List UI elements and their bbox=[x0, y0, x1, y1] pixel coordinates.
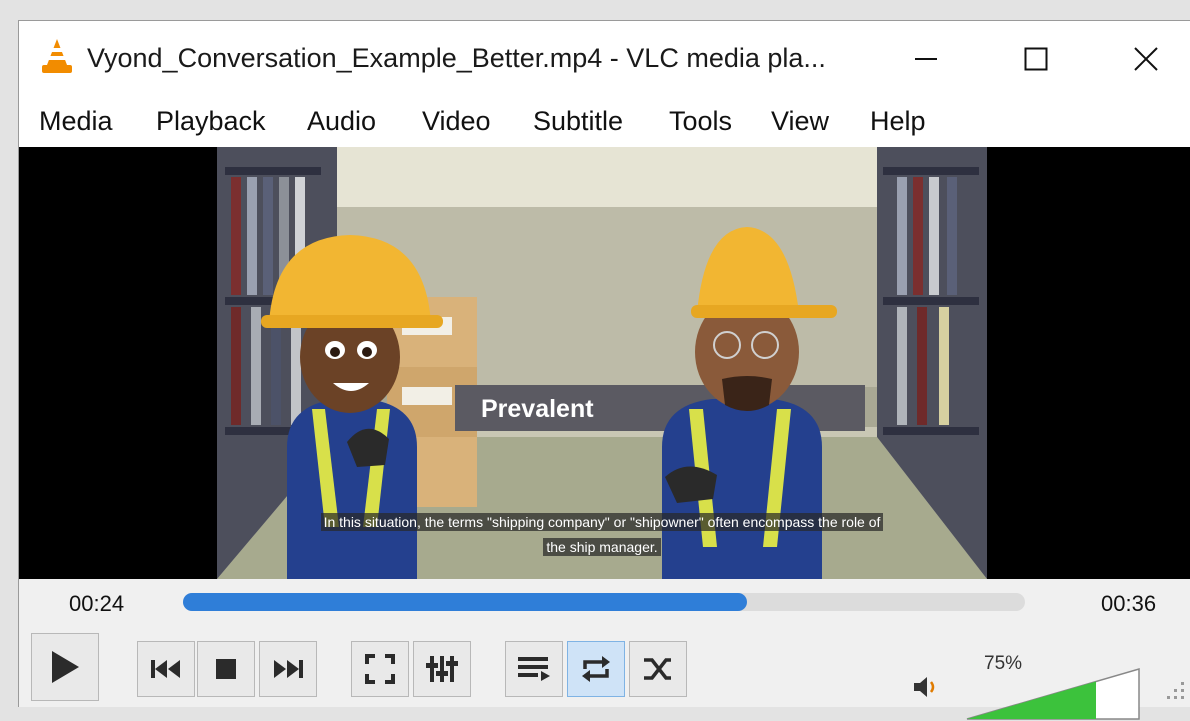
menu-playback[interactable]: Playback bbox=[156, 106, 266, 137]
window-title: Vyond_Conversation_Example_Better.mp4 - … bbox=[87, 43, 826, 73]
menu-subtitle[interactable]: Subtitle bbox=[533, 106, 623, 137]
vlc-window: Vyond_Conversation_Example_Better.mp4 - … bbox=[18, 20, 1190, 720]
menu-tools[interactable]: Tools bbox=[669, 106, 732, 137]
title-bar[interactable]: Vyond_Conversation_Example_Better.mp4 - … bbox=[19, 21, 1190, 97]
menu-view[interactable]: View bbox=[771, 106, 829, 137]
speaker-icon[interactable] bbox=[912, 674, 940, 700]
loop-button[interactable] bbox=[567, 641, 625, 697]
extended-settings-icon bbox=[426, 656, 458, 682]
previous-button[interactable] bbox=[137, 641, 195, 697]
menu-bar: Media Playback Audio Video Subtitle Tool… bbox=[19, 97, 1190, 147]
previous-icon bbox=[151, 660, 180, 678]
video-area[interactable]: Prevalent In this situation, the terms "… bbox=[19, 147, 1190, 579]
vlc-cone-icon bbox=[42, 39, 72, 73]
playlist-icon bbox=[518, 657, 550, 681]
loop-icon bbox=[582, 656, 610, 682]
subtitle-text-1: In this situation, the terms "shipping c… bbox=[320, 513, 884, 531]
shuffle-button[interactable] bbox=[629, 641, 687, 697]
menu-help[interactable]: Help bbox=[870, 106, 926, 137]
subtitle-line-2: the ship manager. bbox=[217, 538, 987, 556]
subtitle-line-1: In this situation, the terms "shipping c… bbox=[217, 513, 987, 531]
maximize-button[interactable] bbox=[981, 21, 1091, 97]
controls-panel: 00:24 00:36 75% bbox=[19, 579, 1190, 720]
extended-settings-button[interactable] bbox=[413, 641, 471, 697]
total-time: 00:36 bbox=[1101, 591, 1157, 616]
stop-button[interactable] bbox=[197, 641, 255, 697]
menu-media[interactable]: Media bbox=[39, 106, 113, 137]
minimize-icon bbox=[915, 58, 937, 60]
resize-grip-icon[interactable] bbox=[1157, 679, 1187, 705]
stop-icon bbox=[216, 659, 236, 679]
play-icon bbox=[52, 651, 79, 683]
play-button[interactable] bbox=[31, 633, 99, 701]
video-overlay-caption: Prevalent bbox=[481, 395, 594, 423]
menu-video[interactable]: Video bbox=[422, 106, 491, 137]
seek-bar[interactable] bbox=[183, 593, 1025, 611]
video-frame: Prevalent In this situation, the terms "… bbox=[217, 147, 987, 579]
minimize-button[interactable] bbox=[871, 21, 981, 97]
shuffle-icon bbox=[644, 658, 671, 680]
next-icon bbox=[274, 660, 303, 678]
volume-slider[interactable] bbox=[965, 667, 1141, 721]
fullscreen-icon bbox=[365, 654, 395, 684]
maximize-icon bbox=[1024, 47, 1048, 71]
playlist-button[interactable] bbox=[505, 641, 563, 697]
menu-audio[interactable]: Audio bbox=[307, 106, 376, 137]
close-icon bbox=[1134, 47, 1158, 71]
seek-progress bbox=[183, 593, 748, 611]
elapsed-time: 00:24 bbox=[69, 591, 125, 616]
close-button[interactable] bbox=[1091, 21, 1190, 97]
subtitle-text-2: the ship manager. bbox=[543, 538, 661, 556]
next-button[interactable] bbox=[259, 641, 317, 697]
fullscreen-button[interactable] bbox=[351, 641, 409, 697]
